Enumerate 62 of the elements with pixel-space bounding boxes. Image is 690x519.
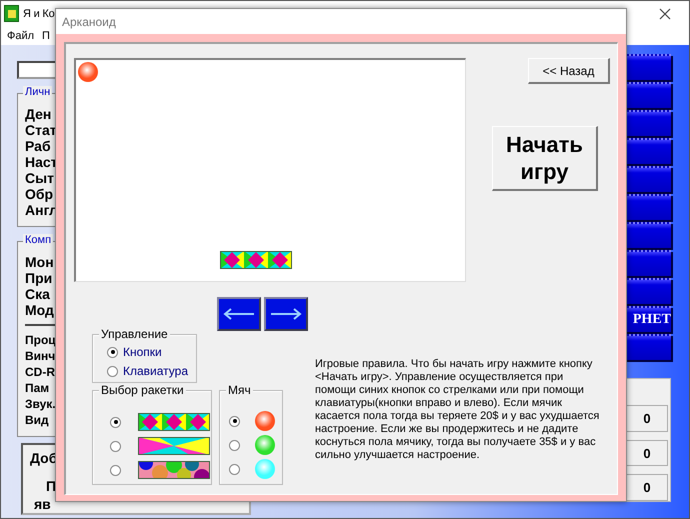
message-text: яв <box>34 495 51 513</box>
spec-label: CD-R <box>25 364 55 380</box>
list-item[interactable]: При <box>25 270 52 286</box>
start-button[interactable]: Начать игру <box>492 126 598 191</box>
list-item[interactable]: Мод <box>25 302 54 318</box>
arrow-right-icon <box>270 308 302 320</box>
group-title: Выбор ракетки <box>99 383 186 397</box>
counter-value: 0 <box>626 440 668 466</box>
side-button[interactable] <box>625 222 671 248</box>
radio-button[interactable] <box>110 416 121 428</box>
side-button[interactable] <box>625 194 671 220</box>
list-item[interactable]: Мон <box>25 254 54 270</box>
list-item[interactable]: Сыт <box>25 170 54 186</box>
back-button[interactable]: << Назад <box>528 58 610 84</box>
radio-button[interactable] <box>110 440 121 452</box>
menu-item[interactable]: П <box>42 30 50 42</box>
group-title: Мяч <box>226 383 253 397</box>
radio-button[interactable] <box>229 440 240 450</box>
ball <box>78 62 98 82</box>
radio-button[interactable] <box>229 416 240 426</box>
list-item[interactable]: Ден <box>25 106 52 122</box>
counter-value: 0 <box>626 474 668 502</box>
radio-button[interactable] <box>107 366 118 376</box>
list-item[interactable]: Раб <box>25 138 51 154</box>
spec-label: Звук. <box>25 396 56 412</box>
rules-text: Игровые правила. Что бы начать игру нажмите кнопку <Начать игру>. Управление осуществляется при помощи синих кнопок со стрелками или при помощи клавиатуры(кнопки вправо и влево). Если мячик касается пола тогда вы теряете 20$ и у вас ухудшается настроение. Если же вы продержитесь и не дадите коснуться пола мячику, тогда вы получаете 35$ и у вас сильно улучшается настроение. <box>315 358 600 462</box>
spec-label: Вид <box>25 412 49 428</box>
list-item[interactable]: Стат <box>25 122 57 138</box>
option-label[interactable]: Клавиатура <box>123 364 188 378</box>
option-label[interactable]: Кнопки <box>123 345 162 359</box>
close-icon[interactable] <box>659 8 671 20</box>
list-item[interactable]: Обр <box>25 186 54 202</box>
window-title: Я и Ко <box>23 8 55 20</box>
group-title: Комп <box>23 234 54 246</box>
list-item[interactable]: Наст <box>25 154 58 170</box>
side-button[interactable] <box>625 110 671 136</box>
side-button[interactable] <box>625 278 671 304</box>
message-text: П <box>46 477 56 495</box>
radio-button[interactable] <box>229 464 240 474</box>
menu-item[interactable]: Файл <box>7 30 34 42</box>
side-button[interactable] <box>625 54 671 80</box>
left-button[interactable] <box>217 297 261 331</box>
side-button[interactable] <box>625 334 671 360</box>
side-button[interactable] <box>625 138 671 164</box>
dialog-title: Арканоид <box>61 14 117 30</box>
counter-value: 0 <box>626 405 668 432</box>
spec-label: Пам <box>25 380 50 396</box>
spec-label: Проц <box>25 332 56 348</box>
side-button[interactable]: РНЕТ <box>625 306 671 332</box>
side-button[interactable] <box>625 82 671 108</box>
list-item[interactable]: Ска <box>25 286 50 302</box>
group-title: Личн <box>23 86 52 98</box>
radio-button[interactable] <box>110 464 121 476</box>
side-button[interactable] <box>625 250 671 276</box>
side-button[interactable] <box>625 166 671 192</box>
arrow-left-icon <box>223 308 255 320</box>
right-button[interactable] <box>264 297 308 331</box>
spec-label: Винч <box>25 348 56 364</box>
group-title: Управление <box>99 327 170 341</box>
app-icon <box>4 5 19 22</box>
radio-button[interactable] <box>107 346 118 358</box>
paddle <box>220 251 292 269</box>
